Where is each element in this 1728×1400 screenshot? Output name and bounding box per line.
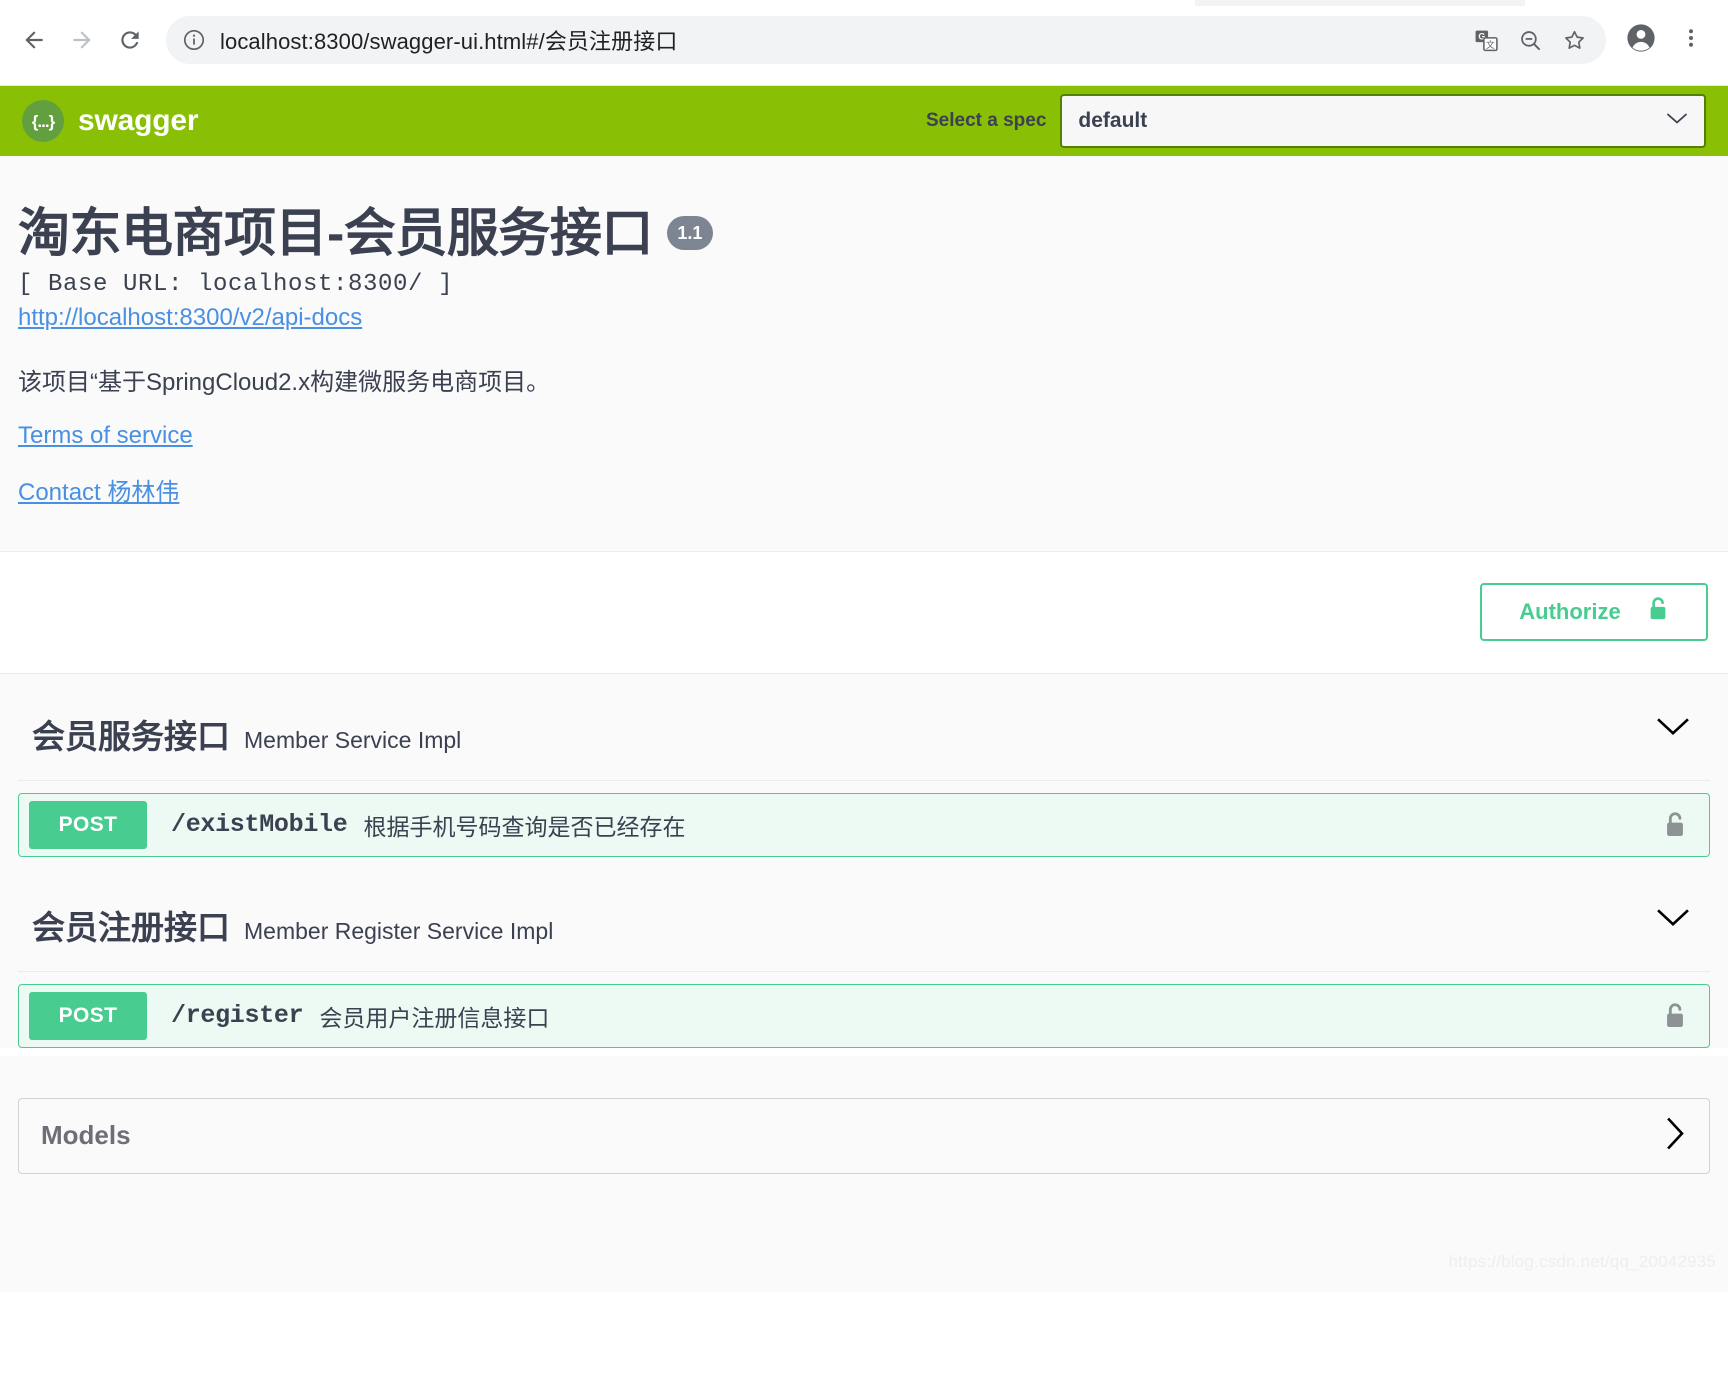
browser-menu-button[interactable]: [1668, 17, 1714, 63]
unlock-icon[interactable]: [1663, 811, 1687, 839]
browser-toolbar: localhost:8300/swagger-ui.html#/会员注册接口 G…: [0, 0, 1728, 80]
reload-icon: [117, 27, 143, 53]
tag-name: 会员服务接口: [32, 717, 230, 755]
api-description: 该项目“基于SpringCloud2.x构建微服务电商项目。: [18, 369, 551, 397]
page-title: 淘东电商项目-会员服务接口: [18, 205, 653, 263]
svg-text:文: 文: [1485, 38, 1494, 49]
models-title: Models: [41, 1120, 131, 1151]
operation-path: /existMobile: [171, 810, 348, 840]
models-section-toggle[interactable]: Models: [18, 1097, 1710, 1174]
spec-selector-group: Select a spec default: [926, 94, 1706, 148]
operation-post-existmobile[interactable]: POST /existMobile 根据手机号码查询是否已经存在: [18, 792, 1710, 857]
swagger-logo-link[interactable]: {...} swagger: [22, 100, 199, 142]
unlock-icon: [1647, 596, 1669, 628]
authorize-button-label: Authorize: [1519, 599, 1621, 625]
swagger-topbar: {...} swagger Select a spec default: [0, 86, 1728, 156]
tag-description: Member Service Impl: [244, 726, 462, 753]
authorize-button[interactable]: Authorize: [1480, 583, 1708, 642]
forward-button[interactable]: [58, 16, 106, 64]
http-method-badge: POST: [29, 800, 147, 849]
http-method-badge: POST: [29, 991, 147, 1040]
base-url-text: [ Base URL: localhost:8300/ ]: [18, 271, 454, 299]
browser-tab-active[interactable]: [1195, 0, 1525, 6]
swagger-logo-text: swagger: [78, 104, 199, 137]
api-docs-link[interactable]: http://localhost:8300/v2/api-docs: [18, 304, 362, 332]
tag-header-member-service[interactable]: 会员服务接口 Member Service Impl: [18, 674, 1710, 781]
chevron-right-icon[interactable]: [1665, 1116, 1687, 1155]
site-info-icon[interactable]: [182, 28, 206, 52]
three-dot-menu-icon: [1679, 26, 1703, 55]
swagger-braces-icon: {...}: [22, 100, 64, 142]
profile-avatar-icon: [1625, 22, 1657, 59]
address-bar[interactable]: localhost:8300/swagger-ui.html#/会员注册接口 G…: [166, 16, 1606, 64]
tag-name: 会员注册接口: [32, 908, 230, 946]
address-bar-url[interactable]: localhost:8300/swagger-ui.html#/会员注册接口: [220, 24, 1464, 56]
page-footer-space: https://blog.csdn.net/qq_20042935: [0, 1173, 1728, 1292]
tag-description: Member Register Service Impl: [244, 917, 554, 944]
forward-arrow-icon: [69, 27, 95, 53]
chevron-down-icon[interactable]: [1656, 907, 1690, 934]
operation-path: /register: [171, 1001, 304, 1031]
browser-tab-inactive[interactable]: [1560, 0, 1720, 6]
api-title-row: 淘东电商项目-会员服务接口 1.1: [18, 205, 1710, 263]
translate-button[interactable]: G 文: [1464, 18, 1508, 62]
profile-button[interactable]: [1618, 17, 1664, 63]
select-a-spec-label: Select a spec: [926, 110, 1047, 131]
api-info-block: 淘东电商项目-会员服务接口 1.1 [ Base URL: localhost:…: [0, 156, 1728, 552]
watermark-text: https://blog.csdn.net/qq_20042935: [1448, 1251, 1716, 1271]
reload-button[interactable]: [106, 16, 154, 64]
operation-post-register[interactable]: POST /register 会员用户注册信息接口: [18, 983, 1710, 1048]
chevron-down-icon: [1666, 112, 1688, 131]
operations-area: 会员服务接口 Member Service Impl POST /existMo…: [0, 673, 1728, 1048]
unlock-icon[interactable]: [1663, 1002, 1687, 1030]
back-button[interactable]: [10, 16, 58, 64]
spec-select[interactable]: default: [1060, 94, 1706, 148]
api-version-badge: 1.1: [666, 216, 713, 250]
back-arrow-icon: [21, 27, 47, 53]
spec-select-value: default: [1078, 109, 1148, 132]
star-bookmark-icon[interactable]: [1552, 18, 1596, 62]
operation-summary: 会员用户注册信息接口: [319, 1004, 550, 1031]
chevron-down-icon[interactable]: [1656, 716, 1690, 743]
tag-header-member-register-service[interactable]: 会员注册接口 Member Register Service Impl: [18, 865, 1710, 972]
browser-tabstrip: [0, 0, 1728, 6]
zoom-out-button[interactable]: [1508, 18, 1552, 62]
terms-of-service-link[interactable]: Terms of service: [18, 422, 193, 450]
authorize-bar: Authorize: [0, 551, 1728, 674]
operation-summary: 根据手机号码查询是否已经存在: [363, 813, 686, 840]
browser-chrome: localhost:8300/swagger-ui.html#/会员注册接口 G…: [0, 0, 1728, 86]
contact-link[interactable]: Contact 杨林伟: [18, 472, 179, 507]
models-area: Models: [0, 1055, 1728, 1174]
